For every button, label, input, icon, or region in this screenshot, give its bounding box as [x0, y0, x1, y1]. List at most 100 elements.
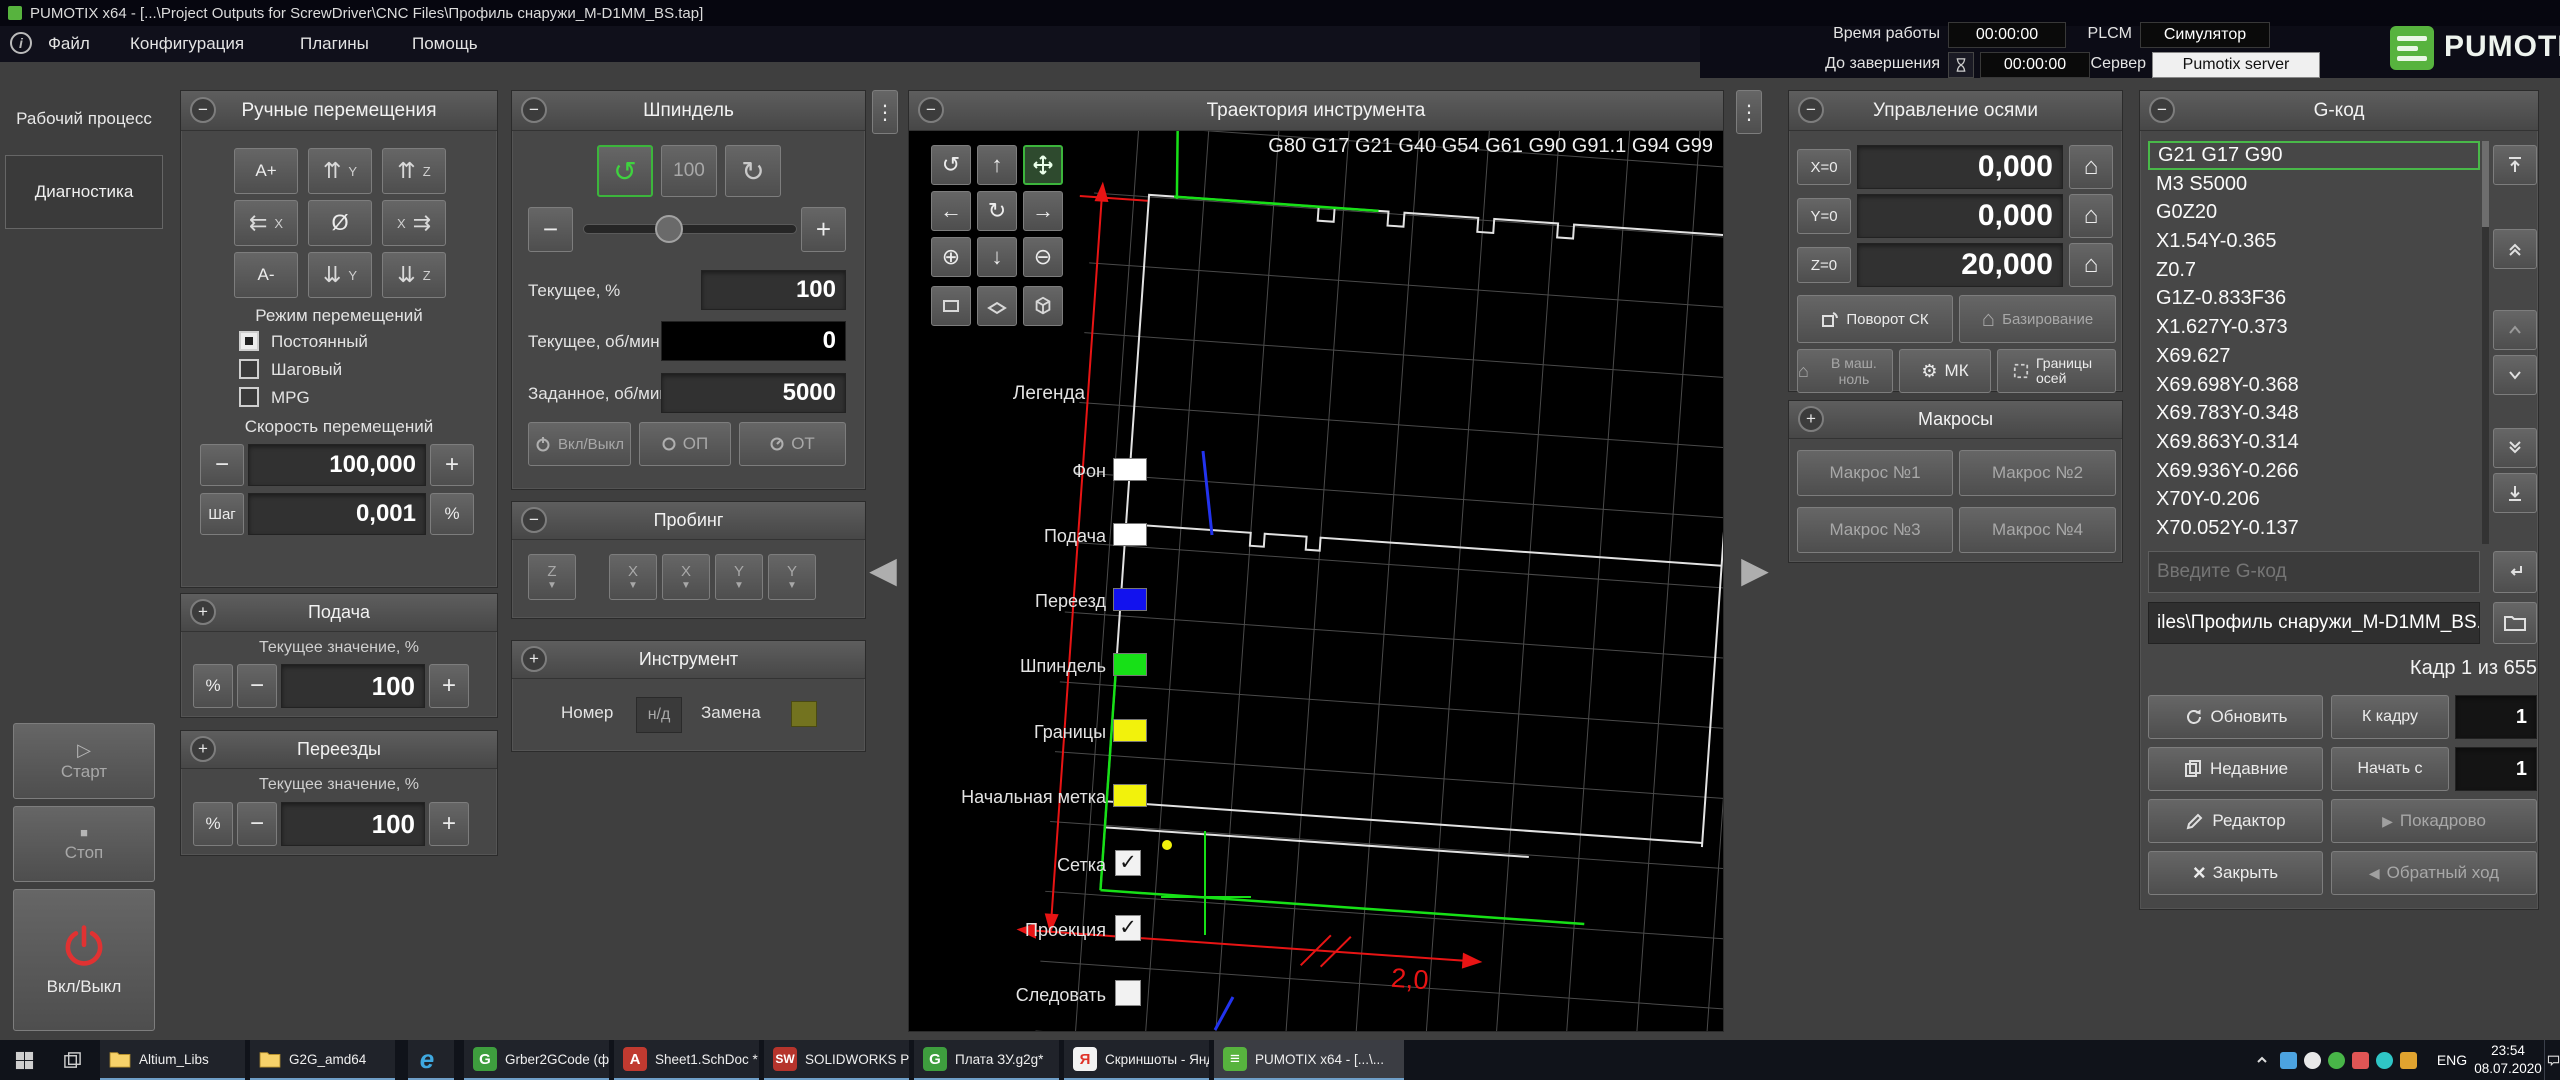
probe-y1-button[interactable]: Y▼ [715, 554, 763, 600]
reset-view-button[interactable]: ↻ [977, 191, 1017, 231]
info-icon[interactable]: i [10, 32, 32, 54]
taskbar-app-altium-libs[interactable]: Altium_Libs [100, 1040, 245, 1080]
feed-increase-button[interactable]: + [429, 664, 469, 708]
open-file-button[interactable] [2493, 602, 2537, 644]
collapse-button[interactable]: − [521, 97, 547, 123]
spindle-slider-decrease-button[interactable]: − [528, 207, 573, 252]
gcode-line[interactable]: X1.627Y-0.373 [2148, 313, 2480, 342]
gcode-line[interactable]: G0Z20 [2148, 198, 2480, 227]
step-percent-button[interactable]: % [430, 493, 474, 535]
start-from-button[interactable]: Начать с [2331, 747, 2449, 791]
line-up-button[interactable] [2493, 310, 2537, 350]
jog-a-minus-button[interactable]: A- [234, 252, 298, 298]
y-zero-button[interactable]: Y=0 [1797, 198, 1851, 234]
macro-2-button[interactable]: Макрос №2 [1959, 450, 2116, 496]
panel-options-left-button[interactable]: ⋮ [872, 90, 898, 134]
pan-down-button[interactable]: ↓ [977, 237, 1017, 277]
probe-x1-button[interactable]: X▼ [609, 554, 657, 600]
spindle-slider-increase-button[interactable]: + [801, 207, 846, 252]
collapse-button[interactable]: − [1798, 97, 1824, 123]
tray-icon-5[interactable] [2376, 1052, 2393, 1069]
page-up-button[interactable] [2493, 229, 2537, 269]
pan-mode-button[interactable] [1023, 145, 1063, 185]
clock[interactable]: 23:54 08.07.2020 [2472, 1040, 2544, 1080]
menu-plugins[interactable]: Плагины [300, 34, 369, 54]
zoom-in-button[interactable]: ⊕ [931, 237, 971, 277]
editor-button[interactable]: Редактор [2148, 799, 2323, 843]
rotate-cs-button[interactable]: Поворот СК [1797, 295, 1953, 343]
reverse-button[interactable]: ◀ Обратный ход [2331, 851, 2537, 895]
spindle-ccw-button[interactable]: ↺ [597, 145, 653, 197]
probe-x2-button[interactable]: X▼ [662, 554, 710, 600]
spindle-op-button[interactable]: ОП [639, 422, 731, 466]
menu-configuration[interactable]: Конфигурация [130, 34, 244, 54]
step-button[interactable]: Шаг [200, 493, 244, 535]
spindle-slider-knob[interactable] [655, 215, 683, 243]
y-home-button[interactable]: ⌂ [2069, 194, 2113, 238]
gcode-line[interactable]: X1.54Y-0.365 [2148, 227, 2480, 256]
to-frame-value[interactable]: 1 [2455, 695, 2537, 739]
recent-button[interactable]: Недавние [2148, 747, 2323, 791]
rapids-increase-button[interactable]: + [429, 802, 469, 846]
spindle-ot-button[interactable]: ОТ [739, 422, 846, 466]
tab-diagnostics[interactable]: Диагностика [5, 155, 163, 229]
language-indicator[interactable]: ENG [2432, 1040, 2472, 1080]
view-top-button[interactable] [977, 286, 1017, 326]
gcode-scrollbar-track[interactable] [2482, 141, 2489, 544]
tab-workflow[interactable]: Рабочий процесс [5, 90, 163, 147]
gcode-line[interactable]: X70.052Y-0.137 [2148, 514, 2480, 543]
line-down-button[interactable] [2493, 355, 2537, 395]
speed-increase-button[interactable]: + [430, 444, 474, 486]
taskbar-app-solidworks[interactable]: SW SOLIDWORKS Prem... [764, 1040, 909, 1080]
jog-z-minus-button[interactable]: ⇊Z [382, 252, 446, 298]
taskbar-app-grber2gcode[interactable]: G Grber2GCode (фре... [464, 1040, 609, 1080]
collapse-button[interactable]: − [2149, 97, 2175, 123]
feed-percent-button[interactable]: % [193, 664, 233, 708]
step-mode-button[interactable]: ▶ Покадрово [2331, 799, 2537, 843]
start-button[interactable]: ▷ Старт [13, 723, 155, 799]
expand-button[interactable]: + [190, 599, 216, 625]
follow-checkbox[interactable] [1115, 980, 1141, 1006]
menu-help[interactable]: Помощь [412, 34, 478, 54]
collapse-button[interactable]: − [918, 97, 944, 123]
macro-1-button[interactable]: Макрос №1 [1797, 450, 1953, 496]
zoom-out-button[interactable]: ⊖ [1023, 237, 1063, 277]
axis-limits-button[interactable]: Границы осей [1997, 349, 2116, 393]
z-zero-button[interactable]: Z=0 [1797, 247, 1851, 283]
pan-left-button[interactable]: ← [931, 191, 971, 231]
probe-y2-button[interactable]: Y▼ [768, 554, 816, 600]
stop-button[interactable]: ■ Стоп [13, 806, 155, 882]
taskbar-app-pumotix-active[interactable]: ≡ PUMOTIX x64 - [...\... [1214, 1040, 1404, 1080]
gcode-list[interactable]: G21 G17 G90 M3 S5000 G0Z20 X1.54Y-0.365 … [2148, 141, 2480, 544]
page-down-button[interactable] [2493, 428, 2537, 468]
rotate-ccw-view-button[interactable]: ↺ [931, 145, 971, 185]
to-frame-button[interactable]: К кадру [2331, 695, 2449, 739]
refresh-button[interactable]: Обновить [2148, 695, 2323, 739]
taskbar-app-edge[interactable]: e [408, 1040, 454, 1080]
taskbar-app-schdoc[interactable]: A Sheet1.SchDoc * - ... [614, 1040, 759, 1080]
rapids-percent-button[interactable]: % [193, 802, 233, 846]
tray-icon-6[interactable] [2400, 1052, 2417, 1069]
mk-button[interactable]: ⚙ МК [1899, 349, 1991, 393]
hourglass-icon[interactable] [1948, 52, 1974, 78]
gcode-line[interactable]: X69.936Y-0.266 [2148, 457, 2480, 486]
taskbar-app-g2g-amd64[interactable]: G2G_amd64 [250, 1040, 395, 1080]
gcode-scrollbar-thumb[interactable] [2482, 141, 2489, 227]
menu-file[interactable]: Файл [48, 34, 90, 54]
view-iso-button[interactable] [1023, 286, 1063, 326]
tray-icon-2[interactable] [2304, 1052, 2321, 1069]
gcode-line[interactable]: X69.698Y-0.368 [2148, 371, 2480, 400]
close-button[interactable]: × Закрыть [2148, 851, 2323, 895]
start-button[interactable] [0, 1040, 48, 1080]
collapse-button[interactable]: − [521, 507, 547, 533]
start-from-value[interactable]: 1 [2455, 747, 2537, 791]
power-button[interactable]: Вкл/Выкл [13, 889, 155, 1031]
jog-x-minus-button[interactable]: ⇇X [234, 200, 298, 246]
machine-zero-button[interactable]: ⌂ В маш. ноль [1797, 349, 1893, 393]
homing-button[interactable]: ⌂ Базирование [1959, 295, 2116, 343]
gcode-line[interactable]: X69.627 [2148, 342, 2480, 371]
scroll-to-top-button[interactable] [2493, 145, 2537, 185]
mode-radio-step[interactable] [239, 359, 259, 379]
collapse-right-arrow[interactable]: ▶ [1738, 530, 1772, 610]
spindle-cw-button[interactable]: ↻ [725, 145, 781, 197]
